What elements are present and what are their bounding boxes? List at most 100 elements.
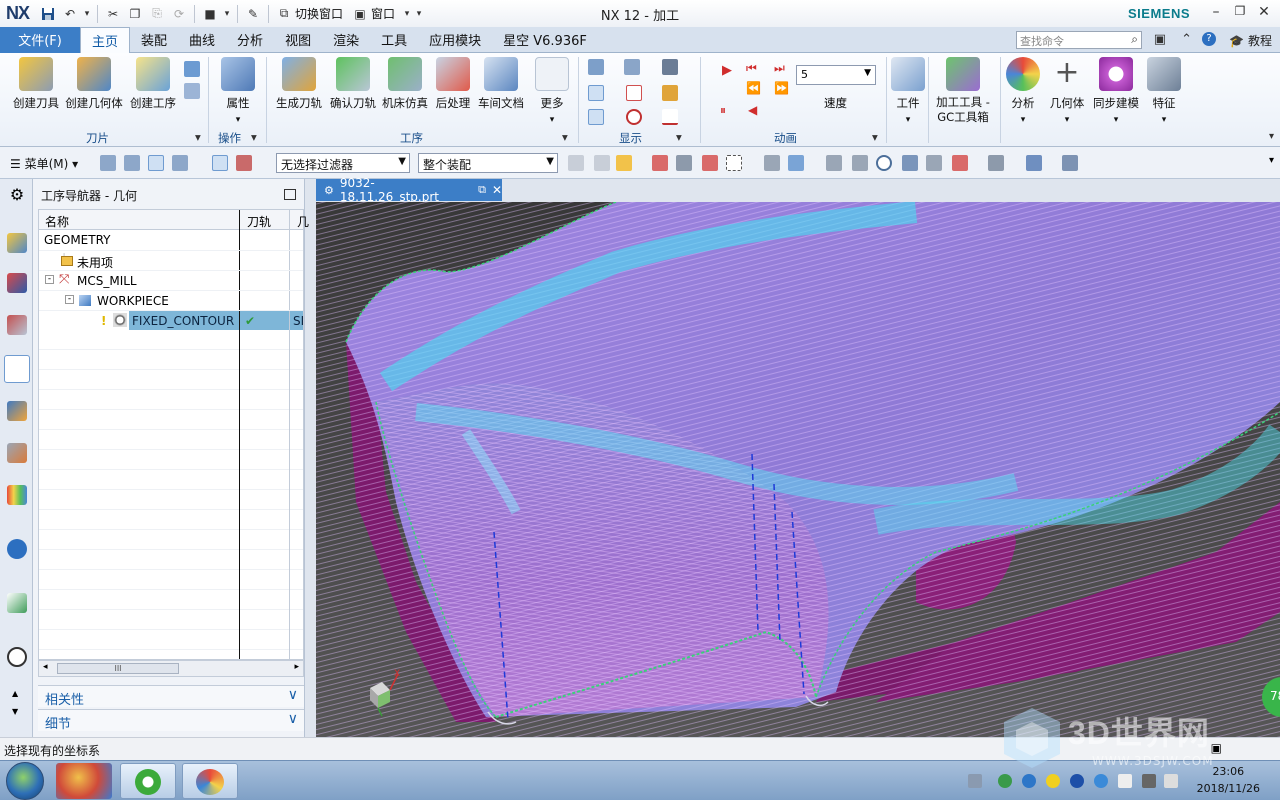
sync-modeling-dropdown-icon[interactable]: ▾	[1114, 115, 1119, 125]
tab-render[interactable]: 渲染	[322, 27, 370, 53]
close-button[interactable]: ✕	[1254, 4, 1274, 22]
display-stock-icon[interactable]	[588, 109, 604, 125]
display-curve-icon[interactable]	[626, 85, 642, 101]
web-browser-icon[interactable]	[7, 593, 27, 613]
analysis-dropdown-icon[interactable]: ▾	[1021, 115, 1026, 125]
app-taskbar-icon[interactable]	[56, 763, 112, 799]
machining-method-view-icon[interactable]	[172, 155, 188, 171]
collapse-icon[interactable]: -	[45, 275, 54, 284]
collapse-icon[interactable]: -	[65, 295, 74, 304]
tree-row-workpiece[interactable]: - WORKPIECE	[39, 290, 303, 310]
tree-row-unused[interactable]: ┆ 未用项	[39, 250, 303, 270]
geometry-view-icon[interactable]	[148, 155, 164, 171]
tab-xingkong[interactable]: 星空 V6.936F	[492, 27, 598, 53]
tab-curve[interactable]: 曲线	[178, 27, 226, 53]
play-icon[interactable]: ▶	[722, 63, 732, 78]
collapse-ribbon-icon[interactable]: ⌃	[1181, 32, 1192, 47]
verify-toolpath-button[interactable]: 确认刀轨	[328, 57, 378, 111]
window-options-icon[interactable]: ▣	[1154, 32, 1166, 47]
analysis-button[interactable]: 分析 ▾	[1004, 57, 1042, 125]
part-navigator-icon[interactable]	[7, 233, 27, 253]
graphics-window[interactable]: X	[316, 202, 1280, 737]
more-button[interactable]: 更多 ▾	[532, 57, 572, 125]
ribbon-options-icon[interactable]: ▾	[1269, 131, 1274, 142]
horizontal-scrollbar[interactable]: ◂ III ▸	[38, 660, 304, 677]
scope-select[interactable]: 整个装配 ▼	[418, 153, 558, 173]
generate-toolpath-button[interactable]: 生成刀轨	[274, 57, 324, 111]
constraint-navigator-icon[interactable]	[7, 315, 27, 335]
create-tool-button[interactable]: 创建刀具	[8, 57, 64, 111]
document-tab[interactable]: ⚙ 9032-18.11.26_stp.prt ⧉ ✕	[316, 176, 502, 204]
restore-button[interactable]: ❐	[1230, 4, 1250, 22]
info-icon[interactable]	[7, 539, 27, 559]
display-layout-icon[interactable]	[662, 59, 678, 75]
command-search-input[interactable]: 查找命令 ⌕	[1016, 31, 1142, 49]
chevron-down-icon[interactable]: ∨	[288, 687, 298, 703]
properties-button[interactable]: 属性 ▾	[214, 57, 262, 125]
touch-mode-icon[interactable]: ✎	[244, 5, 262, 23]
group-tool-dropdown-icon[interactable]: ▾	[195, 130, 201, 144]
dependencies-panel[interactable]: 相关性 ∨	[38, 685, 304, 708]
feature-button[interactable]: 特征 ▾	[1146, 57, 1182, 125]
edit-section-icon[interactable]	[988, 155, 1004, 171]
workpiece-button[interactable]: 工件 ▾	[890, 57, 926, 125]
display-tool-icon[interactable]	[662, 85, 678, 101]
machine-tool-view-icon[interactable]	[124, 155, 140, 171]
geometry-body-dropdown-icon[interactable]: ▾	[1065, 115, 1070, 125]
selection-mode-icon[interactable]	[212, 155, 228, 171]
display-object-icon[interactable]	[624, 59, 640, 75]
column-toolpath[interactable]: 刀轨	[247, 213, 271, 230]
undo-icon[interactable]: ↶	[61, 5, 79, 23]
fit-icon[interactable]	[826, 155, 842, 171]
help-icon[interactable]: ?	[1202, 32, 1216, 46]
insert-icon[interactable]	[184, 61, 200, 77]
customize-quick-access-icon[interactable]: ▾	[415, 5, 423, 23]
history-icon[interactable]	[7, 647, 27, 667]
gc-toolbox-button[interactable]: 加工工具 - GC工具箱	[932, 57, 994, 125]
group-anim-dropdown-icon[interactable]: ▾	[872, 130, 878, 144]
search-icon[interactable]: ⌕	[1131, 32, 1138, 47]
start-button[interactable]	[6, 762, 44, 800]
browser-taskbar-icon[interactable]	[120, 763, 176, 799]
repeat-command-icon[interactable]: ⟳	[170, 5, 188, 23]
minimize-button[interactable]: –	[1206, 4, 1226, 22]
create-geometry-button[interactable]: 创建几何体	[64, 57, 124, 111]
create-operation-button[interactable]: 创建工序	[126, 57, 180, 111]
window-icon[interactable]: ▣	[351, 5, 369, 23]
render-style-icon[interactable]	[952, 155, 968, 171]
work-layer-icon[interactable]	[1026, 155, 1042, 171]
tree-row-geometry[interactable]: GEOMETRY	[39, 230, 303, 250]
switch-window-button[interactable]: 切换窗口	[295, 5, 343, 22]
tray-plus-icon[interactable]	[1046, 774, 1060, 788]
nx-taskbar-icon[interactable]	[182, 763, 238, 799]
display-toolpath-icon[interactable]	[588, 59, 604, 75]
tab-home[interactable]: 主页	[80, 26, 131, 54]
selection-settings-icon[interactable]	[236, 155, 252, 171]
solid-icon[interactable]	[788, 155, 804, 171]
tab-assembly[interactable]: 装配	[130, 27, 178, 53]
pause-icon[interactable]: ⏸	[720, 103, 726, 118]
tab-analysis[interactable]: 分析	[226, 27, 274, 53]
sync-modeling-button[interactable]: 同步建模 ▾	[1092, 57, 1140, 125]
group-process-dropdown-icon[interactable]: ▾	[562, 130, 568, 144]
rectangle-select-icon[interactable]	[726, 155, 742, 171]
system-clock[interactable]: 23:06 2018/11/26	[1197, 763, 1260, 797]
scroll-down-icon[interactable]: ▼	[12, 707, 18, 716]
switch-window-icon[interactable]: ⧉	[275, 5, 293, 23]
scroll-left-icon[interactable]: ◂	[43, 662, 48, 672]
tree-row-mcs-mill[interactable]: - ⤧ MCS_MILL	[39, 270, 303, 290]
network-icon[interactable]	[1142, 774, 1156, 788]
paste-icon[interactable]: ⎘	[148, 5, 166, 23]
shield-icon[interactable]	[1022, 774, 1036, 788]
column-name[interactable]: 名称	[45, 213, 69, 230]
more-tools-icon[interactable]	[1062, 155, 1078, 171]
copy-icon[interactable]: ❐	[126, 5, 144, 23]
control-point-icon[interactable]	[702, 155, 718, 171]
display-dropdown-icon[interactable]: ▾	[223, 5, 231, 23]
group-display-dropdown-icon[interactable]: ▾	[676, 130, 682, 144]
window-menu[interactable]: 窗口	[371, 5, 395, 22]
zoom-icon[interactable]	[852, 155, 868, 171]
mid-point-icon[interactable]	[676, 155, 692, 171]
undo-dropdown-icon[interactable]: ▾	[83, 5, 91, 23]
orient-icon[interactable]	[926, 155, 942, 171]
